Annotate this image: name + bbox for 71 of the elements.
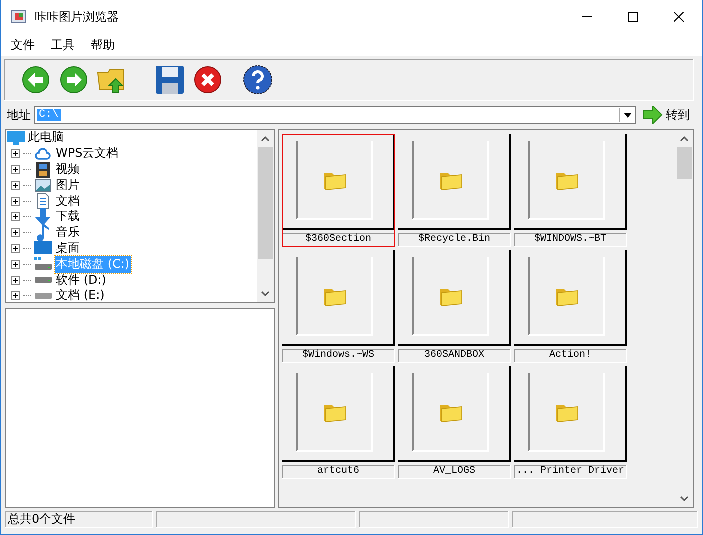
stop-icon	[194, 66, 222, 94]
folder-name: $Recycle.Bin	[398, 233, 511, 247]
help-icon	[243, 65, 273, 95]
dropdown-arrow-icon[interactable]	[619, 108, 635, 122]
desktop-icon	[34, 241, 52, 256]
music-note-icon	[37, 224, 49, 242]
drive-icon	[34, 292, 52, 300]
expand-toggle[interactable]	[11, 196, 20, 206]
expand-toggle[interactable]	[11, 276, 20, 285]
expand-toggle[interactable]	[11, 260, 20, 269]
folder-thumbnail[interactable]: $WINDOWS.~BT	[514, 134, 627, 247]
app-icon	[11, 9, 27, 25]
expand-toggle[interactable]	[11, 149, 20, 158]
folder-thumbnail[interactable]: Action!	[514, 250, 627, 363]
drive-icon	[34, 257, 52, 272]
scrollbar[interactable]	[257, 130, 274, 302]
cloud-icon	[35, 146, 51, 161]
tree-item[interactable]: 此电脑	[28, 130, 64, 146]
expand-toggle[interactable]	[11, 212, 20, 222]
tree-item[interactable]: 桌面	[55, 240, 81, 257]
help-button[interactable]	[241, 63, 275, 97]
expand-toggle[interactable]	[11, 244, 20, 253]
folder-name: Action!	[514, 349, 627, 363]
drive-icon	[34, 276, 52, 284]
expand-toggle[interactable]	[11, 228, 20, 238]
tree-item[interactable]: 文档	[55, 192, 81, 210]
tree-item[interactable]: 音乐	[55, 224, 81, 242]
expand-toggle[interactable]	[11, 291, 20, 300]
picture-icon	[35, 178, 51, 192]
tree-item[interactable]: WPS云文档	[55, 145, 120, 162]
tree-item[interactable]: 软件 (D:)	[55, 272, 108, 289]
folder-name: 360SANDBOX	[398, 349, 511, 363]
folder-thumbnail[interactable]: AV_LOGS	[398, 366, 511, 479]
folder-thumbnail[interactable]: ... Printer Driver	[514, 366, 627, 479]
tree-item[interactable]: 视频	[55, 161, 81, 178]
folder-thumbnail[interactable]: $Windows.~WS	[282, 250, 395, 363]
scroll-down-icon[interactable]	[680, 496, 689, 502]
tree-item[interactable]: 文档 (E:)	[55, 287, 106, 302]
scroll-up-icon[interactable]	[680, 136, 689, 142]
folder-name: $Windows.~WS	[282, 349, 395, 363]
film-icon	[36, 162, 50, 178]
arrow-icon	[643, 106, 663, 124]
expand-toggle[interactable]	[11, 164, 20, 174]
folder-thumbnail[interactable]: $Recycle.Bin	[398, 134, 511, 247]
folder-thumbnail[interactable]: $360Section	[282, 134, 395, 247]
scroll-up-icon[interactable]	[261, 136, 270, 142]
save-button[interactable]	[153, 63, 187, 97]
go-button[interactable]: 转到	[639, 106, 690, 124]
folder-thumbnail[interactable]: 360SANDBOX	[398, 250, 511, 363]
scroll-thumb[interactable]	[258, 147, 273, 259]
maximize-icon	[628, 12, 638, 22]
menu-item[interactable]: 文件	[5, 36, 41, 54]
folder-name: $WINDOWS.~BT	[514, 233, 627, 247]
folder-name: AV_LOGS	[398, 465, 511, 479]
folder-name: artcut6	[282, 465, 395, 479]
close-icon	[674, 12, 684, 22]
scroll-down-icon[interactable]	[261, 290, 270, 296]
computer-icon	[7, 130, 25, 145]
tree-item[interactable]: 下载	[55, 208, 81, 226]
download-arrow-icon	[35, 208, 51, 226]
scroll-thumb[interactable]	[677, 147, 692, 179]
expand-toggle[interactable]	[11, 180, 20, 190]
folder-thumbnail[interactable]: artcut6	[282, 366, 395, 479]
menu-item[interactable]: 帮助	[85, 36, 121, 54]
status-text: 总共0个文件	[5, 511, 153, 528]
window-title: 咔咔图片浏览器	[35, 8, 120, 26]
document-icon	[37, 193, 49, 210]
folder-name: ... Printer Driver	[514, 465, 627, 479]
menu-item[interactable]: 工具	[45, 36, 81, 54]
tree-item[interactable]: 图片	[55, 176, 81, 194]
address-label: 地址	[7, 106, 31, 124]
